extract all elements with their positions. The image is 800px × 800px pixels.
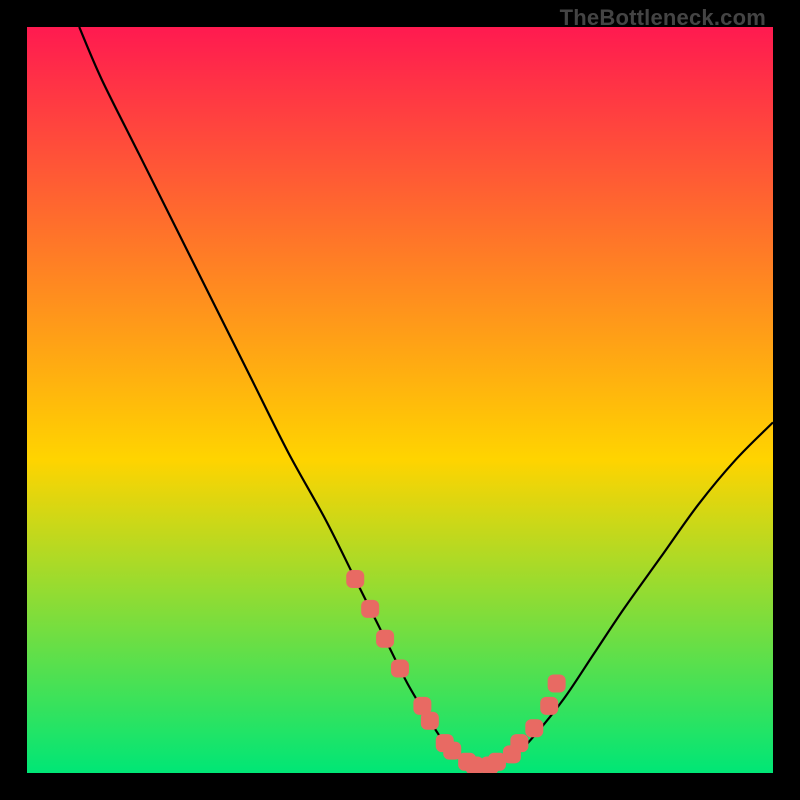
- marker-point: [525, 719, 543, 737]
- marker-point: [376, 630, 394, 648]
- marker-point: [346, 570, 364, 588]
- marker-point: [391, 660, 409, 678]
- marker-point: [548, 674, 566, 692]
- chart-frame: TheBottleneck.com: [0, 0, 800, 800]
- plot-area: [27, 27, 773, 773]
- chart-svg: [27, 27, 773, 773]
- marker-point: [510, 734, 528, 752]
- marker-point: [361, 600, 379, 618]
- marker-point: [540, 697, 558, 715]
- watermark-text: TheBottleneck.com: [560, 5, 766, 31]
- marker-point: [421, 712, 439, 730]
